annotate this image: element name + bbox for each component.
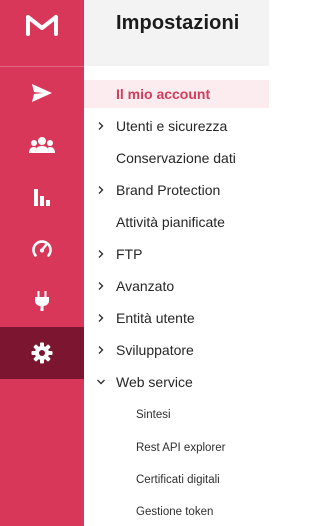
chevron-right-icon	[98, 186, 104, 194]
rail-item-reports[interactable]	[0, 171, 84, 223]
nav-item-label: Utenti e sicurezza	[116, 118, 228, 134]
icon-rail	[0, 0, 84, 526]
nav-item-advanced[interactable]: Avanzato	[84, 272, 269, 300]
nav-item-label: Entità utente	[116, 310, 195, 326]
m-logo-icon[interactable]	[0, 0, 84, 50]
nav-item-label: Il mio account	[116, 86, 211, 102]
users-icon	[29, 136, 55, 154]
chevron-right-icon	[98, 250, 104, 258]
nav-item-scheduled-tasks[interactable]: Attività pianificate	[84, 208, 269, 236]
subnav-item-digital-certificates[interactable]: Certificati digitali	[84, 466, 269, 494]
page-title: Impostazioni	[116, 12, 240, 34]
nav-item-brand-protection[interactable]: Brand Protection	[84, 176, 269, 204]
chevron-down-icon	[97, 379, 105, 385]
chevron-right-icon	[98, 314, 104, 322]
subnav-item-label: Gestione token	[136, 506, 214, 518]
chevron-right-icon	[98, 282, 104, 290]
subnav-item-rest-api-explorer[interactable]: Rest API explorer	[84, 434, 269, 462]
nav-item-ftp[interactable]: FTP	[84, 240, 269, 268]
rail-item-settings[interactable]	[0, 327, 84, 379]
settings-panel: Impostazioni Il mio account Utenti e sic…	[84, 0, 269, 526]
gear-icon	[31, 342, 53, 364]
nav-item-developer[interactable]: Sviluppatore	[84, 336, 269, 364]
nav-item-label: Avanzato	[116, 278, 175, 294]
nav-item-label: Brand Protection	[116, 182, 221, 198]
nav-item-label: Sviluppatore	[116, 342, 194, 358]
subnav-item-label: Sintesi	[136, 409, 171, 421]
chevron-right-icon	[98, 346, 104, 354]
nav-item-label: Web service	[116, 374, 193, 390]
subnav-item-label: Certificati digitali	[136, 474, 220, 486]
subnav-item-summary[interactable]: Sintesi	[84, 401, 269, 429]
nav-item-users-security[interactable]: Utenti e sicurezza	[84, 112, 269, 140]
rail-item-integrations[interactable]	[0, 275, 84, 327]
nav-item-label: FTP	[116, 246, 143, 262]
rail-item-users[interactable]	[0, 119, 84, 171]
subnav-item-label: Rest API explorer	[136, 442, 226, 454]
nav-item-user-entities[interactable]: Entità utente	[84, 304, 269, 332]
panel-header: Impostazioni	[84, 0, 269, 66]
chevron-right-icon	[98, 122, 104, 130]
subnav-item-token-management[interactable]: Gestione token	[84, 498, 269, 526]
plug-icon	[34, 290, 50, 312]
rail-item-performance[interactable]	[0, 223, 84, 275]
bar-chart-icon	[32, 187, 52, 207]
nav-item-my-account[interactable]: Il mio account	[84, 80, 269, 108]
nav-item-label: Attività pianificate	[116, 214, 225, 230]
nav-item-label: Conservazione dati	[116, 150, 236, 166]
speedometer-icon	[31, 238, 53, 260]
nav-item-data-retention[interactable]: Conservazione dati	[84, 144, 269, 172]
rail-item-send[interactable]	[0, 67, 84, 119]
nav-item-web-service[interactable]: Web service	[84, 368, 269, 396]
send-icon	[31, 83, 53, 103]
